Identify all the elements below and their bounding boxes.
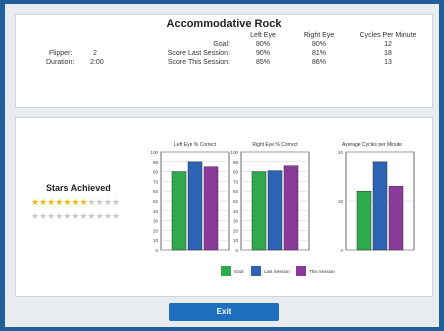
- y-tick-label: 70: [233, 179, 239, 184]
- page-title: Accommodative Rock: [166, 18, 282, 30]
- legend-swatch: [251, 266, 261, 276]
- y-tick-label: 60: [153, 189, 159, 194]
- last-right-eye: 81%: [311, 50, 326, 57]
- y-tick-label: 70: [153, 179, 159, 184]
- column-right-eye: Right Eye: [303, 32, 335, 39]
- last-cpm: 18: [384, 50, 392, 57]
- y-tick-label: 80: [233, 170, 239, 175]
- y-tick-label: 10: [338, 199, 344, 204]
- y-tick-label: 10: [233, 238, 239, 243]
- goal-left-eye: 80%: [255, 41, 270, 48]
- results-panel: Stars Achieved ★★★★★★★★★★★ ★★★★★★★★★★★ L…: [15, 117, 433, 297]
- this-left-eye: 85%: [255, 59, 270, 66]
- y-tick-label: 30: [233, 219, 239, 224]
- y-tick-label: 50: [233, 199, 239, 204]
- y-tick-label: 40: [153, 209, 159, 214]
- legend-swatch: [296, 266, 306, 276]
- y-tick-label: 100: [230, 150, 238, 155]
- y-tick-label: 0: [155, 248, 158, 253]
- chart-title: Right Eye % Correct: [252, 142, 298, 148]
- legend-label: Last Session: [264, 269, 290, 274]
- y-tick-label: 60: [233, 189, 239, 194]
- legend-label: This Session: [309, 269, 335, 274]
- y-tick-label: 100: [150, 150, 158, 155]
- y-tick-label: 40: [233, 209, 239, 214]
- y-tick-label: 10: [153, 238, 159, 243]
- bar-goal: [251, 171, 267, 251]
- goal-cpm: 12: [384, 41, 392, 48]
- y-tick-label: 80: [153, 170, 159, 175]
- exit-button[interactable]: Exit: [169, 303, 279, 321]
- y-tick-label: 0: [340, 248, 343, 253]
- bar-last-session: [372, 161, 388, 251]
- y-tick-label: 50: [153, 199, 159, 204]
- row-label-this-session: Score This Session:: [167, 59, 230, 66]
- goal-right-eye: 80%: [311, 41, 326, 48]
- y-tick-label: 0: [235, 248, 238, 253]
- bar-this-session: [203, 166, 219, 251]
- row-label-goal: Goal:: [213, 41, 230, 48]
- legend-label: Goal: [234, 269, 244, 274]
- flipper-value: 2: [93, 50, 97, 57]
- column-cycles-per-minute: Cycles Per Minute: [359, 32, 417, 39]
- this-right-eye: 86%: [311, 59, 326, 66]
- y-tick-label: 90: [233, 160, 239, 165]
- bar-this-session: [388, 186, 404, 251]
- y-tick-label: 20: [153, 228, 159, 233]
- legend-swatch: [221, 266, 231, 276]
- duration-value: 2:00: [90, 59, 104, 66]
- flipper-label: Flipper:: [49, 50, 73, 57]
- duration-label: Duration:: [46, 59, 75, 66]
- y-tick-label: 30: [153, 219, 159, 224]
- y-tick-label: 20: [338, 150, 344, 155]
- y-tick-label: 20: [233, 228, 239, 233]
- bar-goal: [356, 190, 372, 251]
- column-left-eye: Left Eye: [250, 32, 276, 39]
- bar-this-session: [283, 165, 299, 251]
- bar-last-session: [187, 161, 203, 251]
- bar-goal: [171, 171, 187, 251]
- chart-title: Left Eye % Correct: [174, 142, 217, 148]
- charts-area: Left Eye % Correct0102030405060708090100…: [150, 142, 415, 276]
- chart-title: Average Cycles per Minute: [342, 142, 402, 148]
- last-left-eye: 90%: [255, 50, 270, 57]
- this-cpm: 13: [384, 59, 392, 66]
- bar-last-session: [267, 170, 283, 251]
- app-window: Accommodative Rock Left Eye Right Eye Cy…: [5, 4, 439, 327]
- row-label-last-session: Score Last Session:: [167, 50, 230, 57]
- y-tick-label: 90: [153, 160, 159, 165]
- session-summary-panel: Accommodative Rock Left Eye Right Eye Cy…: [15, 14, 433, 108]
